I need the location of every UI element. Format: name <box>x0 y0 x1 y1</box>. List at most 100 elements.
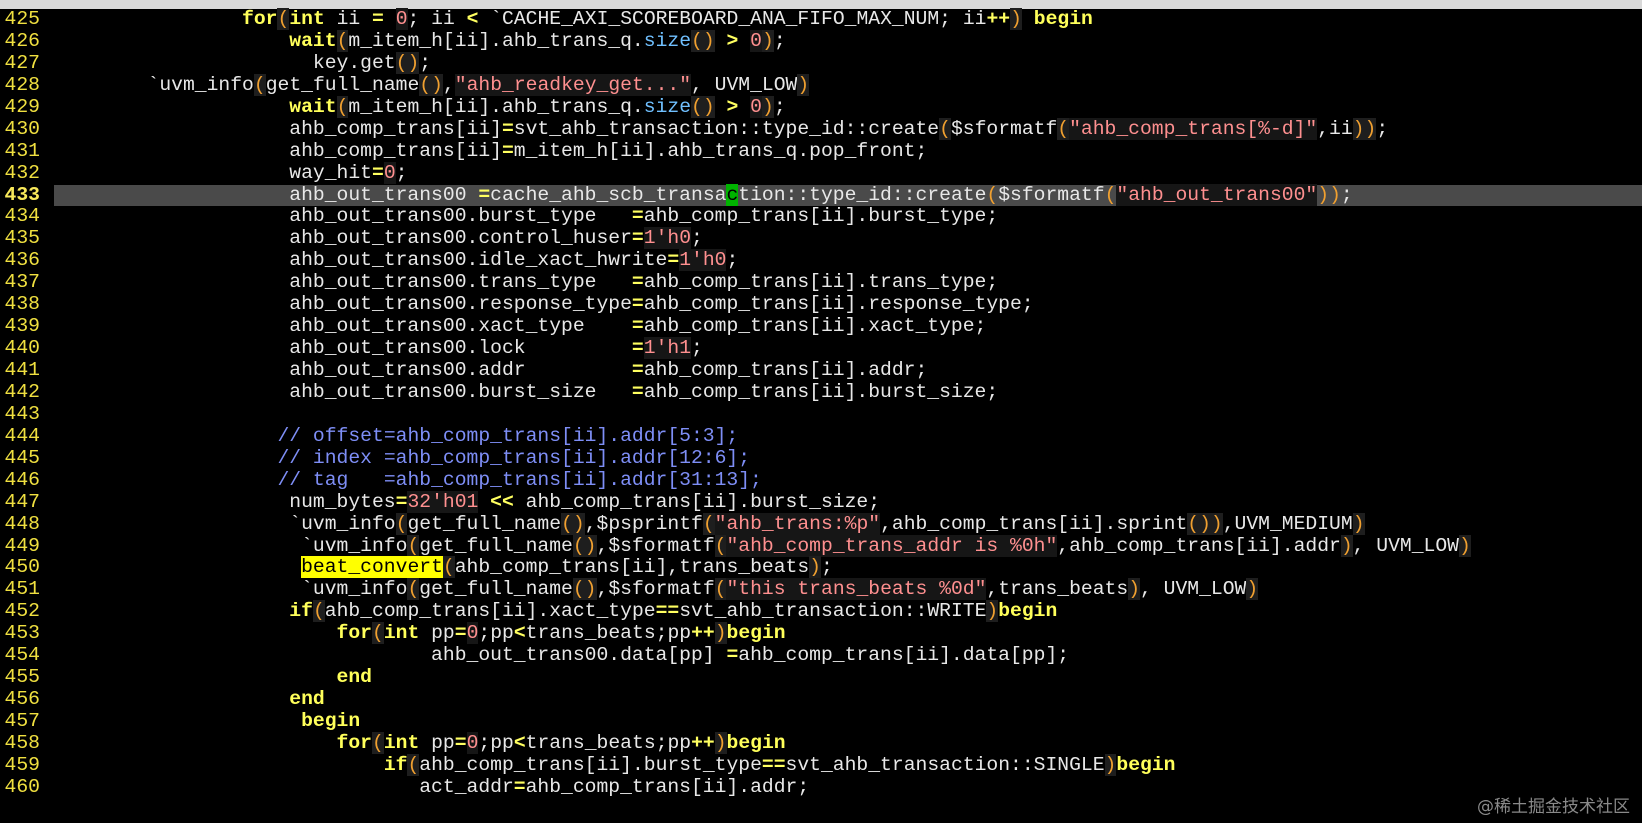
code-line[interactable]: 457 begin <box>0 710 1642 733</box>
code-text[interactable]: // tag =ahb_comp_trans[ii].addr[31:13]; <box>53 469 761 492</box>
code-token: ahb_comp_trans[ii],trans_beats <box>454 556 810 579</box>
code-text[interactable]: ahb_out_trans00.xact_type =ahb_comp_tran… <box>53 315 986 338</box>
code-line[interactable]: 459 if(ahb_comp_trans[ii].burst_type==sv… <box>0 753 1642 777</box>
code-text[interactable]: ahb_out_trans00.burst_size =ahb_comp_tra… <box>53 381 998 404</box>
code-text[interactable]: beat_convert(ahb_comp_trans[ii],trans_be… <box>53 556 833 579</box>
code-line[interactable]: 460 act_addr=ahb_comp_trans[ii].addr; <box>0 776 1642 799</box>
code-text[interactable]: act_addr=ahb_comp_trans[ii].addr; <box>53 776 809 799</box>
code-text[interactable]: ahb_out_trans00.burst_type =ahb_comp_tra… <box>53 205 998 228</box>
code-text[interactable]: wait(m_item_h[ii].ahb_trans_q.size() > 0… <box>53 95 786 119</box>
number-token: 0 <box>466 731 479 754</box>
code-line[interactable]: 430 ahb_comp_trans[ii]=svt_ahb_transacti… <box>0 117 1642 141</box>
code-token: ; <box>691 227 703 250</box>
code-area[interactable]: 425 for(int ii = 0; ii < `CACHE_AXI_SCOR… <box>0 8 1642 799</box>
code-text[interactable]: ahb_out_trans00 =cache_ahb_scb_transacti… <box>53 183 1353 207</box>
code-text[interactable]: `uvm_info(get_full_name(),$sformatf("ahb… <box>53 534 1471 558</box>
code-text[interactable]: ahb_out_trans00.addr =ahb_comp_trans[ii]… <box>53 359 927 382</box>
code-line[interactable]: 452 if(ahb_comp_trans[ii].xact_type==svt… <box>0 600 1642 623</box>
code-line[interactable]: 439 ahb_out_trans00.xact_type =ahb_comp_… <box>0 315 1642 338</box>
code-line[interactable]: 448 `uvm_info(get_full_name(),$psprintf(… <box>0 512 1642 536</box>
code-line[interactable]: 447 num_bytes=32'h01 << ahb_comp_trans[i… <box>0 490 1642 514</box>
code-text[interactable]: end <box>53 666 372 689</box>
code-line[interactable]: 440 ahb_out_trans00.lock =1'h1; <box>0 337 1642 360</box>
paren-token: ( <box>312 600 325 623</box>
code-line[interactable]: 434 ahb_out_trans00.burst_type =ahb_comp… <box>0 205 1642 228</box>
code-line[interactable]: 444 // offset=ahb_comp_trans[ii].addr[5:… <box>0 425 1642 448</box>
code-text[interactable]: for(int pp=0;pp<trans_beats;pp++)begin <box>53 731 786 755</box>
code-line[interactable]: 445 // index =ahb_comp_trans[ii].addr[12… <box>0 447 1642 470</box>
code-line[interactable]: 426 wait(m_item_h[ii].ahb_trans_q.size()… <box>0 29 1642 53</box>
code-line[interactable]: 458 for(int pp=0;pp<trans_beats;pp++)beg… <box>0 731 1642 755</box>
code-text[interactable]: // index =ahb_comp_trans[ii].addr[12:6]; <box>53 447 750 470</box>
code-token: tion::type_id::create <box>738 183 987 206</box>
code-text[interactable]: if(ahb_comp_trans[ii].burst_type==svt_ah… <box>53 753 1175 777</box>
code-line[interactable]: 454 ahb_out_trans00.data[pp] =ahb_comp_t… <box>0 644 1642 667</box>
code-text[interactable]: `uvm_info(get_full_name(),$psprintf("ahb… <box>53 512 1365 536</box>
code-line[interactable]: 436 ahb_out_trans00.idle_xact_hwrite=1'h… <box>0 249 1642 272</box>
code-text[interactable]: wait(m_item_h[ii].ahb_trans_q.size() > 0… <box>53 29 786 53</box>
paren-token: )) <box>1317 183 1341 206</box>
code-text[interactable]: key.get(); <box>53 51 431 75</box>
code-token: ; <box>1340 183 1353 206</box>
code-text[interactable]: way_hit=0; <box>53 161 407 185</box>
code-text[interactable]: ahb_comp_trans[ii]=svt_ahb_transaction::… <box>53 117 1388 141</box>
code-line[interactable]: 455 end <box>0 666 1642 689</box>
code-text[interactable]: ahb_comp_trans[ii]=m_item_h[ii].ahb_tran… <box>53 140 927 163</box>
paren-token: ( <box>986 183 999 206</box>
code-token: pp <box>419 622 455 645</box>
code-line[interactable]: 451 `uvm_info(get_full_name(),$sformatf(… <box>0 578 1642 601</box>
code-token: ahb_out_trans00.control_huser <box>53 227 632 250</box>
code-line[interactable]: 442 ahb_out_trans00.burst_size =ahb_comp… <box>0 381 1642 404</box>
code-line[interactable]: 437 ahb_out_trans00.trans_type =ahb_comp… <box>0 271 1642 294</box>
code-token: trans_beats;pp <box>525 731 692 754</box>
code-line[interactable]: 427 key.get(); <box>0 51 1642 75</box>
code-line[interactable]: 441 ahb_out_trans00.addr =ahb_comp_trans… <box>0 359 1642 382</box>
code-token: ahb_comp_trans[ii].response_type; <box>643 293 1034 316</box>
code-line[interactable]: 428 `uvm_info(get_full_name(),"ahb_readk… <box>0 73 1642 97</box>
code-text[interactable]: if(ahb_comp_trans[ii].xact_type==svt_ahb… <box>53 600 1057 623</box>
code-text[interactable]: ahb_out_trans00.control_huser=1'h0; <box>53 227 703 250</box>
paren-token: ( <box>395 512 408 535</box>
code-line[interactable]: 432 way_hit=0; <box>0 161 1642 185</box>
code-text[interactable]: `uvm_info(get_full_name(),$sformatf("thi… <box>53 578 1259 601</box>
code-line[interactable]: 453 for(int pp=0;pp<trans_beats;pp++)beg… <box>0 622 1642 645</box>
code-line[interactable]: 438 ahb_out_trans00.response_type=ahb_co… <box>0 293 1642 316</box>
current-code-line[interactable]: 433 ahb_out_trans00 =cache_ahb_scb_trans… <box>0 183 1642 207</box>
code-text[interactable]: begin <box>53 710 360 733</box>
code-text[interactable]: ahb_out_trans00.response_type=ahb_comp_t… <box>53 293 1034 316</box>
line-number: 455 <box>4 666 40 689</box>
code-text[interactable]: ahb_out_trans00.lock =1'h1; <box>53 337 703 360</box>
code-line[interactable]: 456 end <box>0 688 1642 711</box>
code-line[interactable]: 449 `uvm_info(get_full_name(),$sformatf(… <box>0 534 1642 558</box>
code-text[interactable]: `uvm_info(get_full_name(),"ahb_readkey_g… <box>53 73 810 97</box>
keyword-token: end <box>289 688 325 711</box>
code-text[interactable]: for(int pp=0;pp<trans_beats;pp++)begin <box>53 622 786 645</box>
method-token: size <box>643 95 692 118</box>
paren-token: ) <box>986 600 999 623</box>
code-line[interactable]: 443 <box>0 403 1642 426</box>
code-line[interactable]: 435 ahb_out_trans00.control_huser=1'h0; <box>0 227 1642 250</box>
code-text[interactable]: ahb_out_trans00.trans_type =ahb_comp_tra… <box>53 271 998 294</box>
code-text[interactable]: ahb_out_trans00.idle_xact_hwrite=1'h0; <box>53 249 739 272</box>
code-text[interactable]: for(int ii = 0; ii < `CACHE_AXI_SCOREBOA… <box>53 8 1093 31</box>
operator-token: = <box>631 315 644 338</box>
code-line[interactable]: 425 for(int ii = 0; ii < `CACHE_AXI_SCOR… <box>0 8 1642 31</box>
code-token: ahb_out_trans00.lock <box>53 337 632 360</box>
number-token: 0 <box>395 8 408 30</box>
code-text[interactable]: // offset=ahb_comp_trans[ii].addr[5:3]; <box>53 425 738 448</box>
code-line[interactable]: 431 ahb_comp_trans[ii]=m_item_h[ii].ahb_… <box>0 140 1642 163</box>
code-token: ; <box>726 249 739 272</box>
line-number: 430 <box>4 117 40 140</box>
code-text[interactable]: ahb_out_trans00.data[pp] =ahb_comp_trans… <box>53 644 1069 667</box>
code-token: , UVM_LOW <box>1352 534 1460 557</box>
code-text[interactable]: end <box>53 688 325 711</box>
code-editor[interactable]: 425 for(int ii = 0; ii < `CACHE_AXI_SCOR… <box>0 0 1642 823</box>
code-text[interactable]: num_bytes=32'h01 << ahb_comp_trans[ii].b… <box>53 490 880 514</box>
code-token: ahb_out_trans00.response_type <box>53 293 632 316</box>
line-number: 447 <box>4 490 40 513</box>
code-line[interactable]: 450 beat_convert(ahb_comp_trans[ii],tran… <box>0 556 1642 579</box>
code-line[interactable]: 446 // tag =ahb_comp_trans[ii].addr[31:1… <box>0 469 1642 492</box>
code-line[interactable]: 429 wait(m_item_h[ii].ahb_trans_q.size()… <box>0 95 1642 119</box>
